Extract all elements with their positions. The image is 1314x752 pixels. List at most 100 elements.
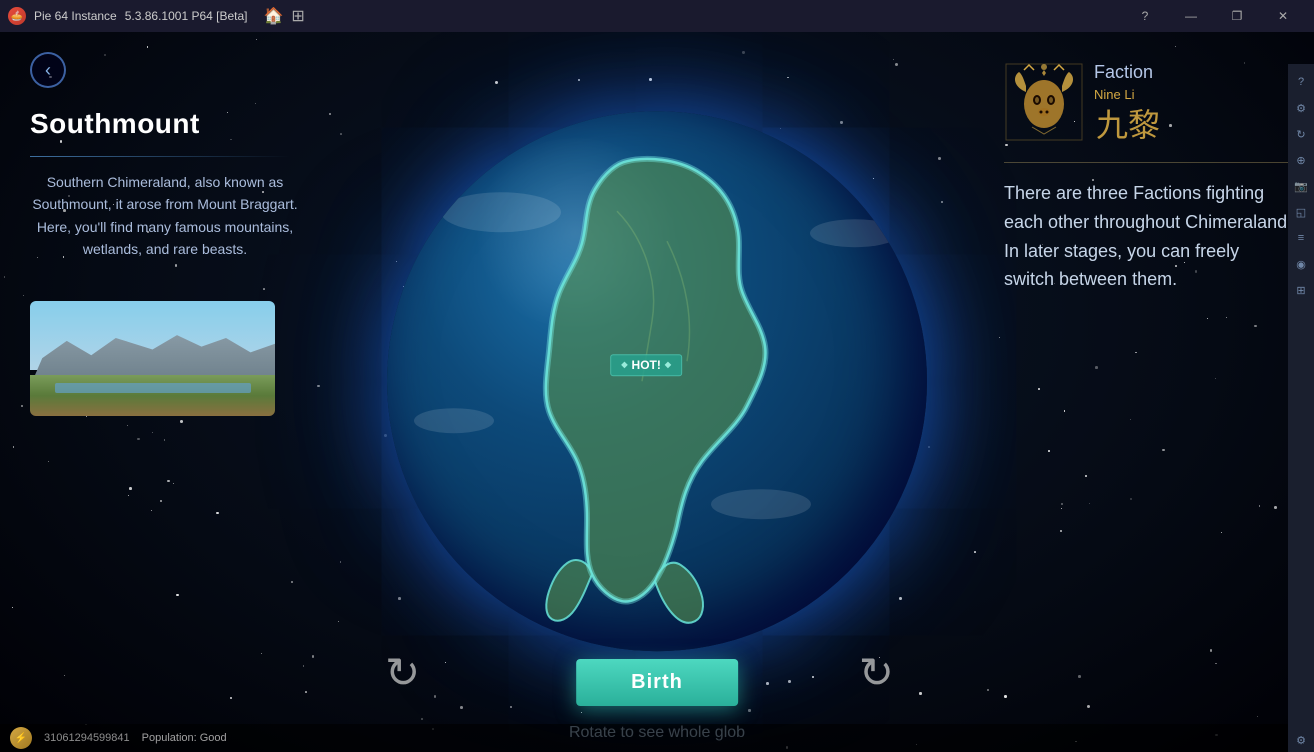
- star: [581, 712, 582, 713]
- restore-button[interactable]: ❐: [1214, 0, 1260, 32]
- star: [445, 662, 446, 663]
- water: [55, 383, 251, 392]
- sidebar-circle-icon[interactable]: ◉: [1291, 254, 1311, 274]
- faction-emblem-svg: [1004, 62, 1084, 142]
- faction-label: Faction: [1094, 62, 1174, 83]
- star: [1130, 498, 1132, 500]
- faction-decoration-svg: 九黎: [1094, 106, 1174, 142]
- hot-badge: HOT!: [610, 354, 682, 376]
- star: [987, 689, 990, 692]
- star: [1215, 663, 1217, 665]
- star: [1207, 318, 1208, 319]
- star: [748, 709, 750, 711]
- app-icon: 🥧: [8, 7, 26, 25]
- main-area: ‹ Southmount Southern Chimeraland, also …: [0, 32, 1314, 752]
- title-bar-controls: ? — ❐ ✕: [1122, 0, 1306, 32]
- star: [787, 77, 788, 78]
- close-button[interactable]: ✕: [1260, 0, 1306, 32]
- star: [1226, 317, 1227, 318]
- star: [495, 81, 498, 84]
- help-button[interactable]: ?: [1122, 0, 1168, 32]
- faction-name-en: Nine Li: [1094, 87, 1134, 102]
- star: [1215, 378, 1216, 379]
- star: [1135, 352, 1137, 354]
- star: [1085, 475, 1087, 477]
- status-population: Population: Good: [142, 732, 227, 744]
- globe-container: HOT!: [387, 111, 927, 651]
- star: [941, 201, 943, 203]
- sidebar-help-icon[interactable]: ?: [1291, 72, 1311, 92]
- faction-description: There are three Factions fighting each o…: [1004, 179, 1294, 294]
- star: [893, 59, 894, 60]
- star: [742, 51, 744, 53]
- star: [1004, 695, 1006, 697]
- faction-name-block: Nine Li: [1094, 87, 1174, 102]
- star: [1210, 649, 1212, 651]
- left-panel: ‹ Southmount Southern Chimeraland, also …: [0, 32, 350, 752]
- svg-text:九黎: 九黎: [1096, 107, 1160, 142]
- home-icon[interactable]: 🏠: [264, 6, 284, 26]
- star: [1089, 503, 1090, 504]
- sidebar-add-icon[interactable]: ⊕: [1291, 150, 1311, 170]
- star: [1061, 508, 1062, 509]
- star: [974, 551, 976, 553]
- birth-button[interactable]: Birth: [576, 659, 738, 706]
- right-sidebar: ? ⚙ ↻ ⊕ 📷 ◱ ≡ ◉ ⊞ ⚙ ←: [1288, 64, 1314, 752]
- divider: [30, 156, 290, 157]
- star: [1162, 449, 1164, 451]
- star: [1087, 705, 1090, 708]
- location-image: [30, 301, 275, 416]
- star: [938, 157, 941, 160]
- faction-title: Faction Nine Li 九黎: [1094, 62, 1174, 142]
- star: [1130, 419, 1131, 420]
- arrow-left[interactable]: ↺: [385, 648, 420, 697]
- continent-svg: [387, 111, 927, 651]
- star: [1038, 388, 1040, 390]
- star: [1048, 450, 1050, 452]
- star: [1175, 46, 1176, 47]
- sidebar-rotate-icon[interactable]: ↻: [1291, 124, 1311, 144]
- back-button[interactable]: ‹: [30, 52, 66, 88]
- sidebar-camera-icon[interactable]: 📷: [1291, 176, 1311, 196]
- star: [1274, 506, 1277, 509]
- continent-fill: [546, 159, 766, 602]
- star: [1061, 503, 1063, 505]
- status-id: 31061294599841: [44, 732, 130, 744]
- app-title: Pie 64 Instance: [34, 9, 117, 23]
- star: [999, 337, 1000, 338]
- arrow-right[interactable]: ↻: [859, 648, 894, 697]
- star: [1078, 675, 1081, 678]
- sidebar-settings-icon[interactable]: ⚙: [1291, 98, 1311, 118]
- location-name: Southmount: [30, 108, 330, 140]
- grid-icon[interactable]: ⊞: [291, 6, 304, 26]
- title-bar-left: 🥧 Pie 64 Instance 5.3.86.1001 P64 [Beta]…: [8, 6, 305, 26]
- star: [421, 718, 423, 720]
- sidebar-grid-icon[interactable]: ⊞: [1291, 280, 1311, 300]
- faction-divider: [1004, 162, 1294, 163]
- star: [510, 706, 512, 708]
- sidebar-window-icon[interactable]: ◱: [1291, 202, 1311, 222]
- star: [1095, 366, 1098, 369]
- faction-header: Faction Nine Li 九黎: [1004, 62, 1294, 142]
- sidebar-config-icon[interactable]: ⚙: [1291, 730, 1311, 750]
- star: [1064, 410, 1065, 411]
- star: [1221, 532, 1222, 533]
- mountain-scene: [30, 301, 275, 416]
- minimize-button[interactable]: —: [1168, 0, 1214, 32]
- location-description: Southern Chimeraland, also known as Sout…: [30, 171, 300, 261]
- star: [460, 706, 463, 709]
- star: [1254, 325, 1256, 327]
- faction-panel: Faction Nine Li 九黎 There are three Facti…: [1004, 62, 1294, 294]
- title-bar: 🥧 Pie 64 Instance 5.3.86.1001 P64 [Beta]…: [0, 0, 1314, 32]
- star: [1060, 530, 1062, 532]
- star: [812, 676, 814, 678]
- status-icon: ⚡: [10, 727, 32, 749]
- star: [766, 682, 769, 685]
- star: [788, 680, 791, 683]
- faction-emblem: [1004, 62, 1084, 142]
- back-icon: ‹: [45, 60, 51, 81]
- star: [928, 446, 930, 448]
- sidebar-menu-icon[interactable]: ≡: [1291, 228, 1311, 248]
- star: [649, 78, 652, 81]
- star: [434, 695, 436, 697]
